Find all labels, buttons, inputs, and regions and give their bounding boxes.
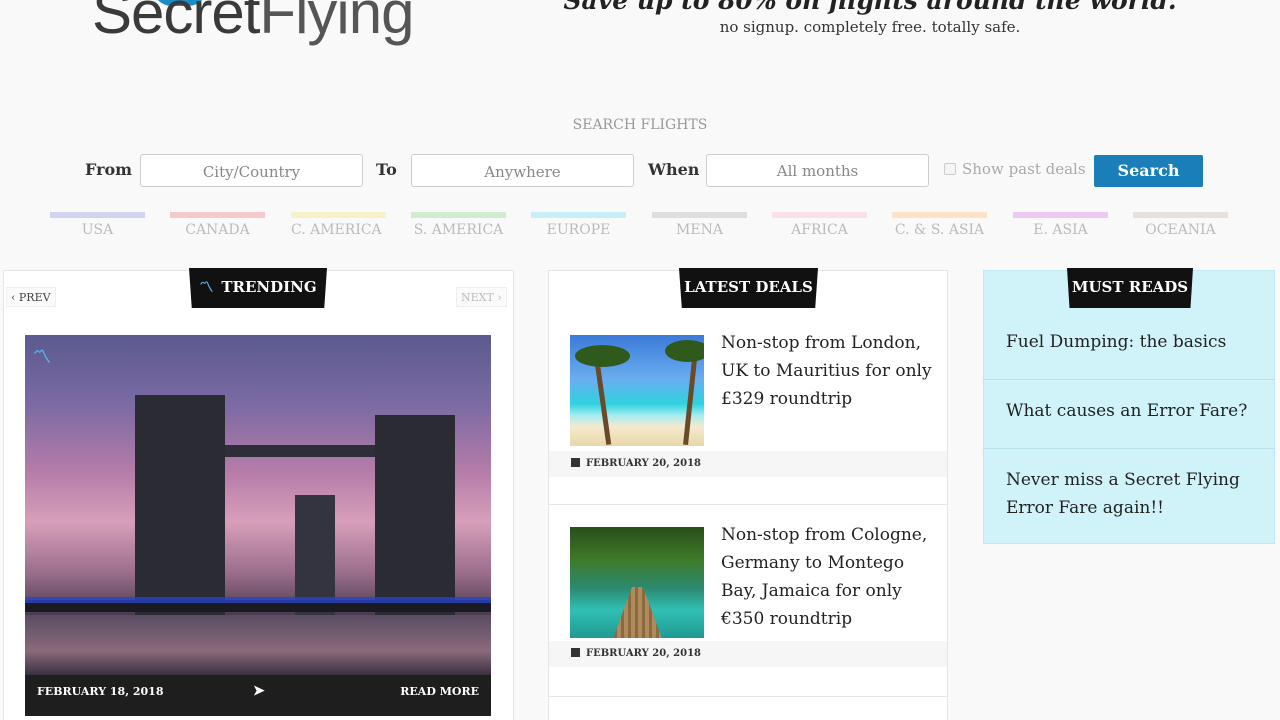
trending-tab: 〽 TRENDING: [189, 268, 327, 308]
region-label: C. & S. ASIA: [894, 222, 985, 238]
region-label: C. AMERICA & CARIBBEAN: [291, 222, 386, 238]
bridge-walkway: [225, 445, 375, 457]
when-input[interactable]: All months: [706, 154, 929, 187]
region-c-america[interactable]: C. AMERICA & CARIBBEAN: [291, 212, 386, 238]
region-label: USA: [81, 222, 114, 238]
region-label: EUROPE: [546, 222, 611, 238]
region-bar: [892, 212, 987, 218]
region-bar: [411, 212, 506, 218]
must-read-item[interactable]: Fuel Dumping: the basics: [983, 328, 1275, 380]
show-past-deals[interactable]: Show past deals: [944, 160, 1086, 178]
when-label: When: [648, 160, 700, 179]
prev-button[interactable]: ‹ PREV: [6, 287, 56, 307]
search-button[interactable]: Search: [1094, 155, 1203, 187]
region-bar: [1013, 212, 1108, 218]
region-s-america[interactable]: S. AMERICA: [411, 212, 506, 238]
palm-frond: [575, 345, 630, 367]
latest-deals-tab: LATEST DEALS: [679, 268, 818, 308]
trending-footer: FEBRUARY 18, 2018 ➤ READ MORE: [25, 675, 491, 716]
tagline: Save up to 80% on flights around the wor…: [563, 0, 1177, 15]
logo-flying-text: Flying: [259, 0, 414, 46]
region-bar: [652, 212, 747, 218]
deal-date: FEBRUARY 20, 2018: [549, 451, 947, 477]
deal-card[interactable]: Non-stop from Cologne, Germany to Monteg…: [549, 525, 947, 697]
river-water: [25, 615, 491, 675]
chevron-left-icon: ‹: [11, 291, 19, 304]
palm-frond: [665, 340, 704, 362]
region-africa[interactable]: AFRICA: [772, 212, 867, 238]
from-label: From: [85, 160, 133, 179]
region-label: AFRICA: [791, 222, 848, 238]
to-input[interactable]: Anywhere: [411, 154, 634, 187]
palm-trunk: [683, 349, 698, 446]
must-read-item[interactable]: Never miss a Secret Flying Error Fare ag…: [983, 466, 1275, 528]
deal-thumbnail[interactable]: [570, 335, 704, 446]
trend-icon: 〽: [199, 280, 214, 296]
next-label: NEXT: [461, 291, 494, 304]
region-europe[interactable]: EUROPE: [531, 212, 626, 238]
from-input[interactable]: City/Country: [140, 154, 363, 187]
search-title: SEARCH FLIGHTS: [572, 117, 708, 133]
chevron-right-icon: ›: [493, 291, 502, 304]
site-logo[interactable]: SecretFlying: [92, 0, 414, 47]
region-canada[interactable]: CANADA: [170, 212, 265, 238]
deal-thumbnail[interactable]: [570, 527, 704, 638]
region-usa[interactable]: USA: [50, 212, 145, 238]
sub-tagline: no signup. completely free. totally safe…: [719, 18, 1021, 36]
next-button[interactable]: NEXT ›: [456, 287, 507, 307]
read-more-link[interactable]: READ MORE: [400, 685, 479, 698]
to-label: To: [376, 160, 397, 179]
region-label: MENA: [676, 222, 723, 238]
must-reads-tab: MUST READS: [1067, 268, 1193, 308]
calendar-icon: [571, 648, 580, 657]
deal-title[interactable]: Non-stop from London, UK to Mauritius fo…: [721, 329, 936, 413]
trend-badge-icon: 〽: [33, 347, 51, 368]
calendar-icon: [571, 458, 580, 467]
region-oceania[interactable]: OCEANIA: [1133, 212, 1228, 238]
past-deals-label: Show past deals: [962, 160, 1086, 178]
trending-image[interactable]: 〽: [25, 335, 491, 675]
region-bar: [1133, 212, 1228, 218]
trending-tab-label: TRENDING: [221, 278, 317, 296]
paper-plane-icon[interactable]: ➤: [253, 683, 265, 699]
region-label: S. AMERICA: [413, 222, 504, 238]
prev-label: PREV: [18, 291, 51, 304]
deal-title[interactable]: Non-stop from Cologne, Germany to Monteg…: [721, 521, 936, 633]
region-bar: [50, 212, 145, 218]
must-read-item[interactable]: What causes an Error Fare?: [983, 397, 1275, 449]
deal-date: FEBRUARY 20, 2018: [549, 641, 947, 667]
region-label: E. ASIA: [1033, 222, 1088, 238]
region-bar: [291, 212, 386, 218]
bridge-lights: [25, 597, 491, 603]
city-building: [295, 495, 335, 635]
region-cs-asia[interactable]: C. & S. ASIA: [892, 212, 987, 238]
trending-date: FEBRUARY 18, 2018: [37, 685, 164, 698]
region-label: OCEANIA: [1145, 222, 1216, 238]
region-bar: [772, 212, 867, 218]
palm-trunk: [593, 355, 612, 445]
region-bar: [531, 212, 626, 218]
region-bar: [170, 212, 265, 218]
region-e-asia[interactable]: E. ASIA: [1013, 212, 1108, 238]
region-label: CANADA: [185, 222, 250, 238]
deal-date-text: FEBRUARY 20, 2018: [586, 458, 701, 469]
past-deals-checkbox[interactable]: [944, 163, 956, 175]
deal-date-text: FEBRUARY 20, 2018: [586, 648, 701, 659]
bamboo-raft: [610, 587, 665, 638]
logo-secret-text: Secret: [92, 0, 260, 46]
region-mena[interactable]: MENA: [652, 212, 747, 238]
deal-card[interactable]: Non-stop from London, UK to Mauritius fo…: [549, 333, 947, 505]
